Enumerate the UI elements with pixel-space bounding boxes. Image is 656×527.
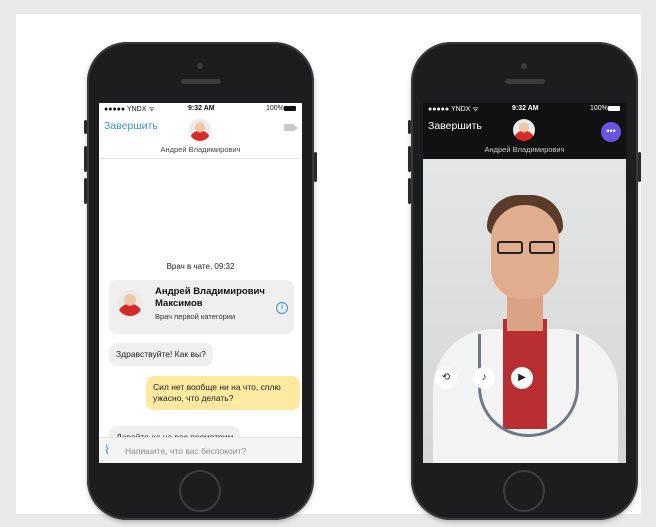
status-bar: ●●●●● YNDX ᯤ 9:32 AM 100% <box>423 103 626 115</box>
chat-bubble-icon[interactable]: ••• <box>601 122 621 142</box>
header-divider <box>99 158 302 159</box>
mockup-card: ●●●●● YNDX ᯤ 9:32 AM 100% Завершить Андр… <box>16 14 641 520</box>
message-input[interactable]: Напишите, что вас беспокоит? <box>125 446 246 456</box>
doctor-card[interactable]: Андрей Владимирович Максимов Врач первой… <box>109 280 294 334</box>
battery-icon <box>284 106 296 111</box>
status-time: 9:32 AM <box>512 105 539 112</box>
home-button[interactable] <box>179 470 221 512</box>
earpiece-speaker <box>181 79 221 84</box>
chat-screen: ●●●●● YNDX ᯤ 9:32 AM 100% Завершить Андр… <box>99 103 302 463</box>
video-call-icon[interactable] <box>284 124 298 131</box>
phone-video: ●●●●● YNDX ᯤ 9:32 AM 100% Завершить ••• … <box>408 42 641 520</box>
message-bubble: Сил нет вообще ни на что, сплю ужасно, ч… <box>146 376 300 410</box>
earpiece-speaker <box>505 79 545 84</box>
message-bubble: Здравствуйте! Как вы? <box>109 343 213 366</box>
end-button[interactable]: Завершить <box>428 120 482 132</box>
video-feed <box>423 159 626 463</box>
carrier-label: ●●●●● YNDX ᯤ <box>428 106 479 113</box>
front-camera <box>521 63 527 69</box>
system-message: Врач в чате, 09:32 <box>166 262 235 271</box>
microphone-icon[interactable]: ♪ <box>473 367 495 389</box>
status-bar: ●●●●● YNDX ᯤ 9:32 AM 100% <box>99 103 302 115</box>
status-time: 9:32 AM <box>188 105 215 112</box>
battery-percent: 100% <box>266 105 284 112</box>
battery-icon <box>608 106 620 111</box>
home-button[interactable] <box>503 470 545 512</box>
header-doctor-name: Андрей Владимирович <box>160 145 241 154</box>
video-screen: ●●●●● YNDX ᯤ 9:32 AM 100% Завершить ••• … <box>423 103 626 463</box>
camera-switch-icon[interactable]: ⟲ <box>435 367 457 389</box>
info-icon[interactable]: i <box>276 302 288 314</box>
header-doctor-name: Андрей Владимирович <box>484 145 565 154</box>
phone-chat: ●●●●● YNDX ᯤ 9:32 AM 100% Завершить Андр… <box>84 42 317 520</box>
battery-percent: 100% <box>590 105 608 112</box>
doctor-card-name: Андрей Владимирович Максимов <box>155 286 265 309</box>
message-input-bar: ⌇ Напишите, что вас беспокоит? <box>99 437 302 463</box>
attach-icon[interactable]: ⌇ <box>104 443 110 457</box>
doctor-glasses <box>495 241 557 255</box>
doctor-avatar[interactable] <box>189 119 211 141</box>
front-camera <box>197 63 203 69</box>
carrier-label: ●●●●● YNDX ᯤ <box>104 106 155 113</box>
doctor-avatar[interactable] <box>513 119 535 141</box>
doctor-card-avatar <box>117 290 143 316</box>
end-button[interactable]: Завершить <box>104 120 158 132</box>
doctor-card-category: Врач первой категории <box>155 312 236 321</box>
video-camera-icon[interactable]: ▶ <box>511 367 533 389</box>
